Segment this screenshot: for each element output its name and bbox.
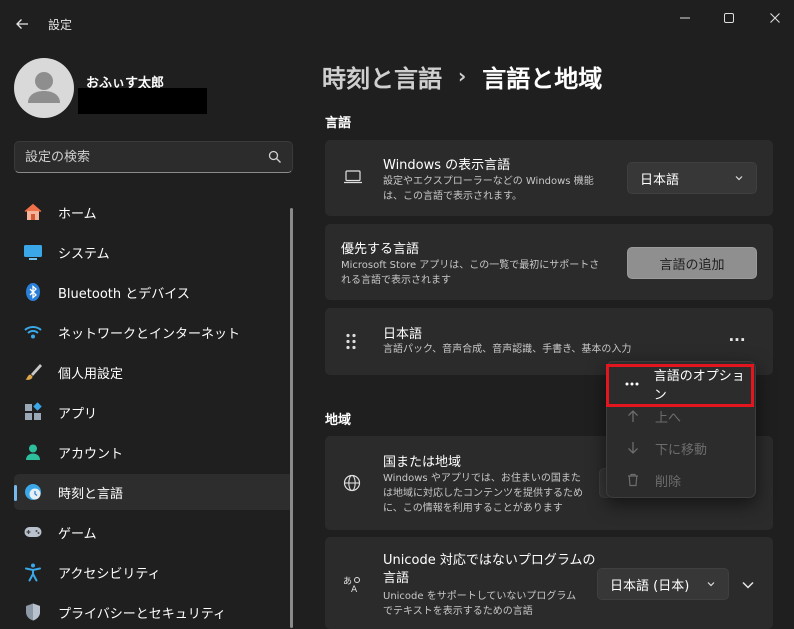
person-icon	[28, 72, 60, 103]
language-settings-icon: あA	[343, 576, 360, 594]
selected-indicator	[14, 485, 17, 501]
sidebar-item-system[interactable]: システム	[14, 234, 293, 270]
maximize-button[interactable]	[714, 6, 744, 30]
unicode-language-title: Unicode 対応ではないプログラムの言語	[383, 553, 596, 586]
time-language-icon	[22, 481, 44, 503]
menu-item-label: 下に移動	[655, 442, 708, 458]
unicode-language-card: あA Unicode 対応ではないプログラムの言語 Unicode をサポートし…	[325, 537, 773, 629]
drag-handle-icon[interactable]	[345, 333, 357, 350]
menu-item-move-down[interactable]: 下に移動	[613, 432, 751, 464]
avatar[interactable]	[14, 58, 74, 118]
gamepad-icon	[22, 521, 44, 543]
chevron-down-icon	[707, 582, 715, 587]
account-icon	[22, 441, 44, 463]
title-bar: 設定	[0, 0, 794, 46]
breadcrumb: 時刻と言語 › 言語と地域	[322, 56, 602, 96]
back-button[interactable]	[10, 12, 34, 36]
sidebar-nav: ホーム システム Bluetooth とデバイス ネットワークとインターネット …	[14, 194, 293, 629]
sidebar-item-network[interactable]: ネットワークとインターネット	[14, 314, 293, 350]
wifi-icon	[22, 321, 44, 343]
shield-icon	[22, 601, 44, 623]
language-item-title: 日本語	[383, 327, 423, 342]
laptop-icon	[344, 170, 362, 184]
globe-icon	[343, 474, 361, 492]
section-title-language: 言語	[325, 116, 352, 131]
breadcrumb-separator: ›	[458, 64, 467, 88]
close-button[interactable]	[760, 6, 790, 30]
preferred-languages-desc: Microsoft Store アプリは、この一覧で最初にサポートされる言語で表…	[341, 260, 600, 286]
minimize-icon	[680, 17, 690, 19]
expand-chevron-icon[interactable]	[741, 580, 755, 590]
breadcrumb-parent[interactable]: 時刻と言語	[322, 59, 442, 94]
sidebar-item-accessibility[interactable]: アクセシビリティ	[14, 554, 293, 590]
accessibility-icon	[22, 561, 44, 583]
sidebar-item-personalization[interactable]: 個人用設定	[14, 354, 293, 390]
redacted-email	[78, 88, 207, 114]
more-options-button[interactable]: ···	[723, 328, 751, 352]
display-language-title: Windows の表示言語	[383, 158, 511, 173]
search-box[interactable]	[14, 141, 293, 173]
arrow-up-icon	[623, 409, 643, 423]
sidebar-item-privacy[interactable]: プライバシーとセキュリティ	[14, 594, 293, 629]
menu-item-remove[interactable]: 削除	[613, 464, 751, 496]
page-title: 言語と地域	[482, 64, 603, 93]
add-language-button[interactable]: 言語の追加	[627, 247, 757, 279]
arrow-left-icon	[16, 19, 28, 29]
trash-icon	[623, 473, 643, 487]
section-title-region: 地域	[325, 413, 352, 428]
close-icon	[770, 13, 780, 23]
system-icon	[22, 241, 44, 263]
minimize-button[interactable]	[670, 6, 700, 30]
display-language-value: 日本語	[640, 172, 680, 188]
unicode-language-dropdown[interactable]: 日本語 (日本)	[597, 568, 729, 600]
chevron-down-icon	[735, 176, 743, 181]
menu-item-label: 削除	[655, 474, 682, 490]
apps-icon	[22, 401, 44, 423]
home-icon	[22, 201, 44, 223]
preferred-languages-card: 優先する言語 Microsoft Store アプリは、この一覧で最初にサポート…	[325, 224, 773, 300]
sidebar-item-apps[interactable]: アプリ	[14, 394, 293, 430]
svg-text:A: A	[351, 585, 358, 594]
country-region-title: 国または地域	[383, 455, 462, 470]
sidebar-item-accounts[interactable]: アカウント	[14, 434, 293, 470]
menu-item-label: 上へ	[655, 410, 682, 426]
unicode-language-value: 日本語 (日本)	[610, 578, 690, 594]
preferred-languages-title: 優先する言語	[341, 242, 420, 257]
sidebar-item-bluetooth[interactable]: Bluetooth とデバイス	[14, 274, 293, 310]
maximize-icon	[724, 13, 734, 23]
sidebar-item-gaming[interactable]: ゲーム	[14, 514, 293, 550]
display-language-dropdown[interactable]: 日本語	[627, 162, 757, 194]
arrow-down-icon	[623, 441, 643, 455]
bluetooth-icon	[22, 281, 44, 303]
display-language-desc: 設定やエクスプローラーなどの Windows 機能は、この言語で表示されます。	[383, 176, 594, 202]
red-highlight-box	[606, 364, 754, 407]
sidebar-scrollbar[interactable]	[290, 208, 293, 628]
unicode-language-desc: Unicode をサポートしていないプログラムでテキストを表示するための言語	[383, 591, 577, 617]
brush-icon	[22, 361, 44, 383]
sidebar-item-home[interactable]: ホーム	[14, 194, 293, 230]
search-input[interactable]	[25, 142, 265, 172]
search-icon	[268, 150, 281, 163]
sidebar-item-time-language[interactable]: 時刻と言語	[14, 474, 293, 510]
language-item-desc: 言語パック、音声合成、音声認識、手書き、基本の入力	[383, 344, 632, 355]
app-title: 設定	[48, 18, 73, 32]
country-region-desc: Windows やアプリでは、お住まいの国または地域に対応したコンテンツを提供す…	[383, 473, 583, 514]
display-language-card: Windows の表示言語 設定やエクスプローラーなどの Windows 機能は…	[325, 140, 773, 216]
